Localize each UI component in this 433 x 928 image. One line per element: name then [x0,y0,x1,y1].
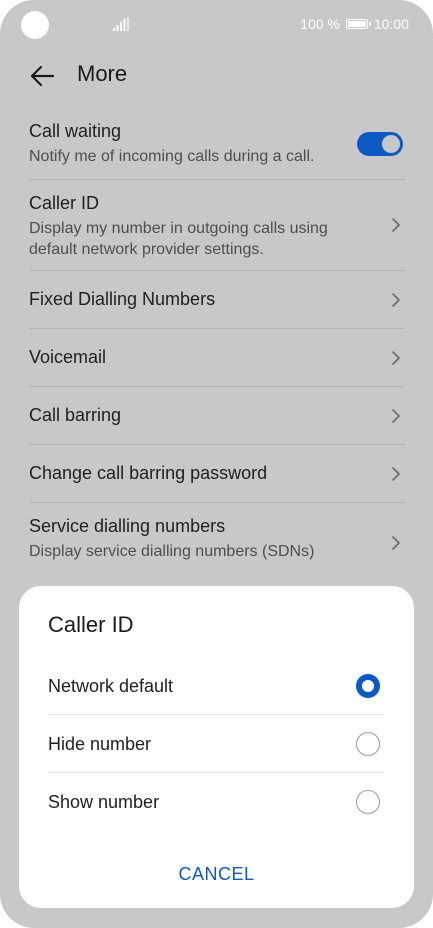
dialog-title: Caller ID [48,612,134,637]
setting-title: Change call barring password [29,463,268,483]
setting-call-waiting[interactable]: Call waiting Notify me of incoming calls… [29,108,405,180]
chevron-right-icon [392,466,400,481]
battery-icon [345,19,371,29]
setting-title: Caller ID [29,193,100,213]
radio-unselected-icon[interactable] [356,790,380,814]
chevron-right-icon [392,350,400,365]
caller-id-dialog: Caller ID Network default Hide number Sh… [19,586,414,908]
setting-title: Call barring [29,405,122,425]
setting-service-dialling-numbers[interactable]: Service dialling numbers Display service… [29,503,405,583]
setting-subtitle: Notify me of incoming calls during a cal… [29,148,315,165]
setting-subtitle: Display service dialling numbers (SDNs) [29,543,315,560]
setting-subtitle: Display my number in outgoing calls usin… [29,220,328,258]
setting-title: Fixed Dialling Numbers [29,289,216,309]
toggle-knob [382,135,400,153]
setting-caller-id[interactable]: Caller ID Display my number in outgoing … [29,180,405,271]
chevron-right-icon [392,292,400,307]
option-hide-number[interactable]: Hide number [48,715,384,773]
setting-voicemail[interactable]: Voicemail [29,329,405,387]
app-header: More [0,52,433,100]
setting-title: Voicemail [29,347,107,367]
setting-change-call-barring-password[interactable]: Change call barring password [29,445,405,503]
chevron-right-icon [392,536,400,550]
option-label: Show number [48,792,160,812]
setting-title: Call waiting [29,121,122,141]
option-label: Hide number [48,734,152,754]
option-label: Network default [48,676,174,696]
status-right: 100 % 10:00 [300,16,409,32]
chevron-right-icon [392,218,400,232]
page-title: More [77,61,128,86]
call-waiting-toggle[interactable] [357,132,403,156]
settings-list: Call waiting Notify me of incoming calls… [29,108,405,583]
setting-call-barring[interactable]: Call barring [29,387,405,445]
option-network-default[interactable]: Network default [48,657,384,715]
radio-selected-icon[interactable] [356,674,380,698]
battery-percentage: 100 % [300,16,340,32]
setting-fixed-dialling-numbers[interactable]: Fixed Dialling Numbers [29,271,405,329]
phone-screen: 100 % 10:00 More Call waiting Notify me … [0,0,433,928]
radio-unselected-icon[interactable] [356,732,380,756]
front-camera-cutout [21,11,49,39]
signal-strength-icon [113,17,129,31]
back-arrow-icon[interactable] [28,62,56,90]
cancel-button[interactable]: CANCEL [19,864,414,885]
option-show-number[interactable]: Show number [48,773,384,831]
setting-title: Service dialling numbers [29,516,226,536]
clock: 10:00 [373,16,409,32]
status-bar: 100 % 10:00 [0,0,433,50]
chevron-right-icon [392,408,400,423]
